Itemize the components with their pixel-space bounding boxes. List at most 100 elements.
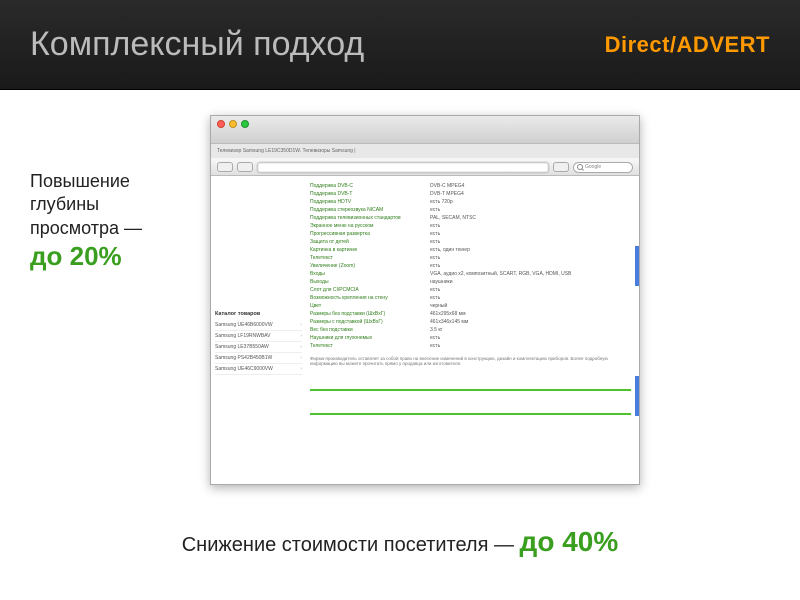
sidebar-item[interactable]: Samsung UE46C9000VW› [215,364,302,375]
spec-value: есть [430,207,631,213]
divider-line [310,413,631,415]
spec-label: Защита от детей [310,239,430,245]
catalog-sidebar: Каталог товаров Samsung UE46B6000VW› Sam… [211,176,306,484]
close-icon [217,120,225,128]
search-icon [577,164,583,170]
spec-row: Размеры с подставкой (ШxВxГ)461x346x145 … [310,318,631,326]
slide-header: Комплексный подход Direct/ADVERT [0,0,800,90]
spec-row: Вес без подставки3.5 кг [310,326,631,334]
spec-value: DVB-T MPEG4 [430,191,631,197]
spec-row: Цветчерный [310,302,631,310]
spec-value: наушники [430,279,631,285]
sidebar-item[interactable]: Samsung LE37B550AW› [215,342,302,353]
sidebar-item[interactable]: Samsung UE46B6000VW› [215,320,302,331]
spec-value: 3.5 кг [430,327,631,333]
spec-label: Экранное меню на русском [310,223,430,229]
spec-label: Размеры без подставки (ШxВxГ) [310,311,430,317]
spec-value: есть [430,295,631,301]
spec-label: Входы [310,271,430,277]
chevron-right-icon: › [300,322,302,328]
chevron-right-icon: › [300,333,302,339]
spec-row: Картинка в картинкеесть, один тюнер [310,246,631,254]
browser-screenshot: Телевизор Samsung LE19C350D1W. Телевизор… [210,115,640,485]
spec-label: Поддержка DVB-T [310,191,430,197]
spec-value: есть 720p [430,199,631,205]
left-line2: глубины [30,194,99,214]
spec-value: есть [430,343,631,349]
sidebar-item[interactable]: Samsung PS42B450B1W› [215,353,302,364]
spec-value: VGA, аудио x2, композитный, SCART, RGB, … [430,271,631,277]
address-bar[interactable] [257,162,549,173]
spec-row: Поддержка HDTVесть 720p [310,198,631,206]
logo-prefix: Direct [605,32,670,57]
spec-row: Поддержка стереозвука NICAMесть [310,206,631,214]
logo-slash: / [670,32,677,57]
scrollbar-thumb[interactable] [635,246,639,286]
spec-row: Защита от детейесть [310,238,631,246]
spec-row: Экранное меню на русскоместь [310,222,631,230]
spec-label: Прогрессивная развертка [310,231,430,237]
spec-row: Прогрессивная разверткаесть [310,230,631,238]
disclaimer-text: Фирма-производитель оставляет за собой п… [310,356,631,367]
spec-value: 461x295x68 мм [430,311,631,317]
spec-label: Возможность крепления на стену [310,295,430,301]
chevron-right-icon: › [300,344,302,350]
slide-title: Комплексный подход [30,25,605,64]
browser-tab: Телевизор Samsung LE19C350D1W. Телевизор… [211,144,639,158]
spec-label: Телетекст [310,343,430,349]
spec-label: Увеличение (Zoom) [310,263,430,269]
spec-row: Поддержка DVB-TDVB-T MPEG4 [310,190,631,198]
spec-value: 461x346x145 мм [430,319,631,325]
spec-row: Возможность крепления на стенуесть [310,294,631,302]
search-placeholder: Google [585,164,601,170]
chevron-right-icon: › [300,355,302,361]
spec-row: Увеличение (Zoom)есть [310,262,631,270]
spec-value: черный [430,303,631,309]
minimize-icon [229,120,237,128]
divider-line [310,389,631,391]
bottom-prefix: Снижение стоимости посетителя — [182,534,520,556]
spec-row: Наушники для глухонемыхесть [310,334,631,342]
spec-label: Слот для CI/PCMCIA [310,287,430,293]
spec-value: PAL, SECAM, NTSC [430,215,631,221]
spec-value: есть [430,223,631,229]
spec-label: Телетекст [310,255,430,261]
spec-value: есть [430,263,631,269]
left-highlight: до 20% [30,241,122,271]
logo-suffix: ADVERT [677,32,770,57]
left-line3: просмотра — [30,218,142,238]
spec-label: Размеры с подставкой (ШxВxГ) [310,319,430,325]
spec-row: Выходынаушники [310,278,631,286]
zoom-icon [241,120,249,128]
scrollbar-thumb[interactable] [635,376,639,416]
spec-label: Поддержка HDTV [310,199,430,205]
spec-value: есть [430,231,631,237]
slide-content: Повышение глубины просмотра — до 20% Тел… [0,90,800,600]
brand-logo: Direct/ADVERT [605,32,770,58]
spec-label: Поддержка DVB-C [310,183,430,189]
spec-row: ВходыVGA, аудио x2, композитный, SCART, … [310,270,631,278]
forward-button[interactable] [237,162,253,172]
spec-row: Телетекстесть [310,254,631,262]
page-body: Каталог товаров Samsung UE46B6000VW› Sam… [211,176,639,484]
spec-label: Поддержка телевизионных стандартов [310,215,430,221]
left-callout: Повышение глубины просмотра — до 20% [30,170,190,274]
spec-label: Вес без подставки [310,327,430,333]
spec-value: есть [430,255,631,261]
spec-label: Цвет [310,303,430,309]
reload-button[interactable] [553,162,569,172]
search-field[interactable]: Google [573,162,633,173]
sidebar-item[interactable]: Samsung LF19RNWBAV› [215,331,302,342]
spec-value: есть, один тюнер [430,247,631,253]
window-controls [211,116,639,132]
tab-title: Телевизор Samsung LE19C350D1W. Телевизор… [217,148,356,154]
spec-label: Поддержка стереозвука NICAM [310,207,430,213]
spec-value: DVB-C MPEG4 [430,183,631,189]
spec-table: Поддержка DVB-CDVB-C MPEG4Поддержка DVB-… [306,176,639,484]
spec-label: Наушники для глухонемых [310,335,430,341]
sidebar-title: Каталог товаров [215,311,302,317]
bottom-callout: Снижение стоимости посетителя — до 40% [0,526,800,558]
spec-row: Телетекстесть [310,342,631,350]
back-button[interactable] [217,162,233,172]
chevron-right-icon: › [300,366,302,372]
